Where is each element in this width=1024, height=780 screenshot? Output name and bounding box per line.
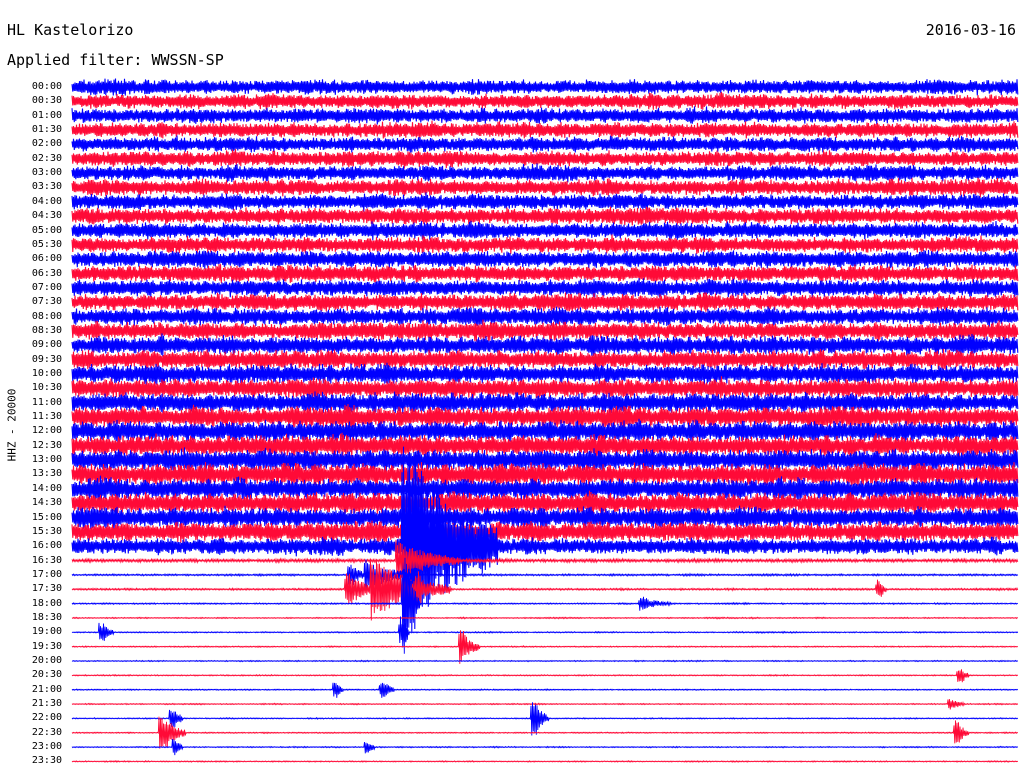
trace-row-0500 (71, 220, 1019, 241)
trace-row-0300 (71, 163, 1019, 183)
trace-row-0000 (71, 78, 1019, 96)
trace-row-2100 (71, 682, 1019, 698)
trace-row-2030 (71, 669, 1019, 683)
trace-row-0630 (71, 264, 1019, 284)
trace-row-0200 (71, 135, 1019, 153)
trace-row-0400 (71, 192, 1019, 212)
trace-row-1900 (71, 616, 1019, 648)
trace-row-0730 (71, 292, 1019, 313)
helicorder-plot (71, 78, 1019, 763)
trace-row-2330 (71, 759, 1019, 763)
trace-row-1930 (71, 630, 1019, 664)
trace-row-0100 (71, 106, 1019, 125)
trace-row-2130 (71, 699, 1019, 710)
trace-row-0600 (71, 249, 1019, 269)
trace-row-2200 (71, 702, 1019, 736)
trace-row-2230 (71, 716, 1019, 749)
trace-row-0030 (71, 91, 1019, 110)
trace-row-0530 (71, 234, 1019, 255)
trace-row-0430 (71, 206, 1019, 226)
trace-row-1800 (71, 557, 1019, 654)
trace-row-2300 (71, 738, 1019, 756)
trace-row-1730 (71, 559, 1019, 621)
trace-row-0330 (71, 177, 1019, 198)
trace-row-1830 (71, 616, 1019, 620)
trace-row-2000 (71, 659, 1019, 663)
